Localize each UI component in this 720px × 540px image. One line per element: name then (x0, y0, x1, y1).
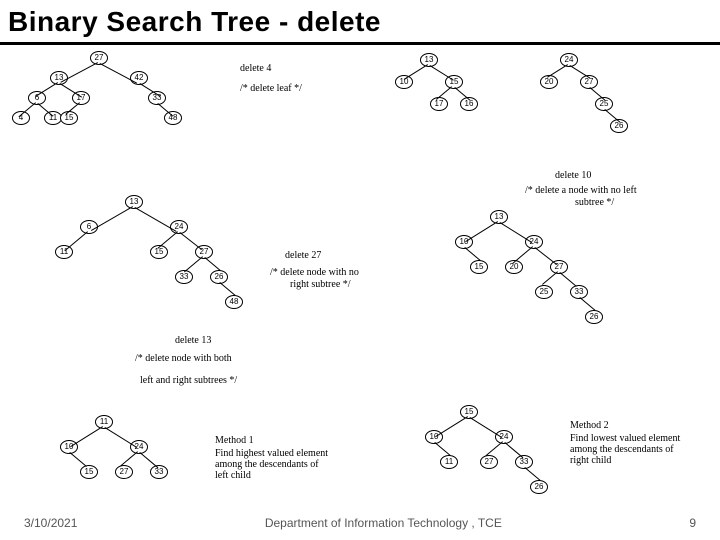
tree-edge (486, 441, 503, 456)
caption-delete-both-2: left and right subtrees */ (140, 375, 237, 387)
tree-edge (60, 62, 98, 83)
tree-edge (204, 257, 220, 271)
tree-edge (69, 452, 86, 467)
caption-method2-line1: Find lowest valued element (570, 433, 680, 445)
tree-edge (547, 64, 568, 78)
caption-method1-line3: left child (215, 470, 251, 482)
tree-edge (157, 231, 178, 248)
tree-node: 26 (530, 480, 548, 494)
caption-method1-title: Method 1 (215, 435, 254, 447)
caption-delete-noright-2: right subtree */ (290, 279, 351, 291)
caption-delete-10: delete 10 (555, 170, 591, 182)
tree-node: 48 (164, 111, 182, 125)
tree-node: 15 (470, 260, 488, 274)
tree-node: 15 (60, 111, 78, 125)
tree-node: 33 (150, 465, 168, 479)
tree-edge (469, 417, 502, 438)
tree-edge (139, 452, 158, 468)
caption-delete-both-1: /* delete node with both (135, 353, 232, 365)
tree-edge (435, 416, 468, 437)
tree-edge (104, 427, 137, 448)
tree-edge (569, 65, 590, 79)
tree-node: 20 (540, 75, 558, 89)
caption-delete-noleft-2: subtree */ (575, 197, 614, 209)
tree-edge (64, 231, 88, 251)
page-title: Binary Search Tree - delete (0, 0, 720, 45)
tree-edge (179, 232, 202, 250)
tree-edge (135, 207, 177, 232)
caption-delete-noleft-1: /* delete a node with no left (525, 185, 637, 197)
tree-edge (404, 64, 428, 80)
tree-edge (70, 426, 103, 447)
footer-page: 9 (689, 516, 696, 530)
tree-edge (91, 206, 133, 231)
tree-edge (542, 271, 558, 285)
caption-method2-line3: right child (570, 455, 611, 467)
tree-node: 26 (585, 310, 603, 324)
tree-node: 10 (395, 75, 413, 89)
tree-node: 11 (440, 455, 458, 469)
tree-edge (464, 247, 480, 261)
caption-delete-leaf: /* delete leaf */ (240, 83, 302, 95)
footer-date: 3/10/2021 (24, 516, 77, 530)
tree-edge (524, 467, 540, 481)
tree-edge (184, 256, 203, 272)
caption-method2-line2: among the descendants of (570, 444, 674, 456)
tree-edge (579, 297, 595, 311)
caption-delete-4: delete 4 (240, 63, 271, 75)
tree-node: 27 (115, 465, 133, 479)
caption-method2-title: Method 2 (570, 420, 609, 432)
tree-node: 25 (535, 285, 553, 299)
tree-edge (434, 442, 450, 456)
tree-node: 27 (480, 455, 498, 469)
caption-delete-13: delete 13 (175, 335, 211, 347)
caption-delete-noright-1: /* delete node with no (270, 267, 359, 279)
diagram-area: delete 4 /* delete leaf */ delete 10 /* … (0, 45, 720, 495)
footer: 3/10/2021 Department of Information Tech… (0, 516, 720, 530)
caption-method1-line1: Find highest valued element (215, 448, 328, 460)
tree-node: 15 (80, 465, 98, 479)
tree-node: 48 (225, 295, 243, 309)
tree-node: 17 (430, 97, 448, 111)
tree-edge (559, 272, 576, 287)
caption-method1-line2: among the descendants of (215, 459, 319, 471)
tree-edge (121, 451, 138, 466)
tree-edge (512, 246, 533, 263)
caption-delete-27: delete 27 (285, 250, 321, 262)
tree-edge (504, 442, 523, 458)
tree-edge (499, 222, 532, 243)
tree-edge (465, 221, 498, 242)
tree-edge (219, 282, 235, 296)
tree-edge (534, 247, 557, 265)
tree-edge (35, 82, 58, 97)
footer-dept: Department of Information Technology , T… (265, 516, 502, 530)
tree-edge (429, 65, 453, 81)
tree-node: 11 (55, 245, 73, 259)
